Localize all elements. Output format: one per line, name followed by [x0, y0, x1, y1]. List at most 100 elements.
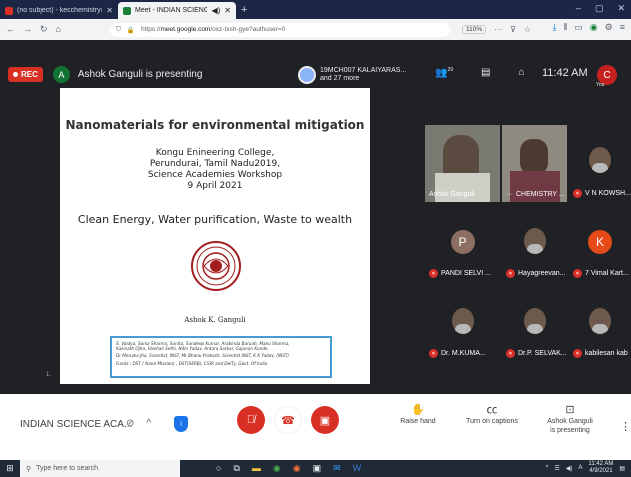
participant-tile[interactable]: Ashok Ganguli: [425, 125, 500, 202]
slide-tagline: Clean Energy, Water purification, Waste …: [77, 213, 353, 226]
participant-avatar: [523, 228, 546, 254]
meeting-title[interactable]: INDIAN SCIENCE ACA...: [20, 419, 132, 430]
volume-icon[interactable]: ◀): [566, 465, 573, 472]
participant-avatar: K: [588, 230, 612, 254]
slide-credits: S. Vaidya, Sonia Sharma, Sunita, Sandeep…: [110, 336, 332, 378]
participant-tile[interactable]: ✕ Dr. M.KUMA...: [425, 298, 500, 362]
firefox-icon[interactable]: ◉: [293, 463, 301, 474]
mic-off-icon: ✕: [506, 349, 515, 358]
file-explorer-icon[interactable]: ▬: [252, 463, 261, 474]
presenting-banner: Ashok Ganguli is presenting: [77, 69, 203, 80]
slide-line: Perundurai, Tamil Nadu2019,: [149, 159, 281, 169]
slide-line: 9 April 2021: [187, 181, 243, 191]
active-speaker[interactable]: 19MCH007 KALAIYARAS... and 27 more: [298, 61, 406, 88]
speaker-text: 19MCH007 KALAIYARAS... and 27 more: [320, 67, 406, 83]
leave-call-button[interactable]: ☎: [274, 406, 302, 434]
close-icon[interactable]: ✕: [224, 6, 231, 15]
microphone-off-button[interactable]: 🎙̸: [237, 406, 265, 434]
participant-name: ✕ Dr.P. SELVAK...: [506, 349, 567, 358]
participant-name: ✕ V N KOWSH...: [573, 189, 631, 198]
network-icon[interactable]: ☰: [554, 465, 559, 472]
participant-tile[interactable]: ✕ Hayagreevan...: [502, 218, 567, 282]
participant-tile[interactable]: ✕ V N KOWSH...: [569, 125, 631, 202]
presenting-line: is presenting: [550, 427, 590, 434]
star-icon[interactable]: ☆: [524, 25, 531, 34]
minimize-icon[interactable]: –: [576, 3, 581, 14]
participant-name: ✕ Hayagreevan...: [506, 269, 565, 278]
window-controls: – ▢ ✕: [576, 3, 625, 14]
sidebar-icon[interactable]: ▭: [574, 22, 583, 33]
raise-hand-button[interactable]: ✋ Raise hand: [398, 405, 438, 426]
menu-icon[interactable]: ≡: [620, 22, 625, 33]
slide-page-marker: 1.: [46, 372, 52, 378]
close-window-icon[interactable]: ✕: [617, 3, 625, 14]
activities-icon[interactable]: ⌂: [518, 67, 524, 78]
meet-icon: [123, 6, 131, 15]
cortana-icon[interactable]: ○: [216, 463, 221, 474]
participant-tile[interactable]: K ✕ 7 Vimal Kart...: [569, 218, 631, 282]
url-field[interactable]: ⛉ 🔒 https://meet.google.com/oxz-txsh-gye…: [110, 22, 450, 37]
lock-icon[interactable]: 🔒: [127, 26, 135, 34]
info-icon[interactable]: ⊘: [126, 418, 134, 429]
speaker-avatar: [298, 65, 316, 84]
task-view-icon[interactable]: ⧉: [233, 463, 239, 474]
participant-avatar: [589, 147, 611, 173]
new-tab-button[interactable]: +: [241, 4, 247, 16]
participant-name: Ashok Ganguli: [429, 191, 475, 198]
maximize-icon[interactable]: ▢: [595, 3, 604, 14]
forward-icon[interactable]: →: [23, 24, 32, 35]
captions-button[interactable]: ㏄ Turn on captions: [462, 405, 522, 426]
word-icon[interactable]: W: [353, 463, 362, 474]
mail-icon[interactable]: ✉: [333, 463, 341, 474]
raise-hand-label: Raise hand: [400, 418, 436, 425]
participant-tile[interactable]: P ✕ PANDI SELVI ...: [425, 218, 500, 282]
participant-tile[interactable]: ··· CHEMISTRY ...: [502, 125, 567, 202]
slide-line: Science Academies Workshop: [147, 170, 283, 180]
taskbar-search[interactable]: ⚲ Type here to search: [20, 460, 180, 477]
participant-name: ✕ Dr. M.KUMA...: [429, 349, 486, 358]
gmail-icon: [5, 6, 13, 15]
presenting-line: Ashok Ganguli: [547, 418, 593, 425]
slide-author: Ashok K. Ganguli: [184, 316, 246, 324]
tray-chevron-icon[interactable]: ^: [546, 465, 549, 471]
zoom-indicator[interactable]: 110%: [462, 25, 487, 34]
reload-icon[interactable]: ↻: [40, 24, 48, 35]
participant-name: ✕ PANDI SELVI ...: [429, 269, 491, 278]
host-controls-icon[interactable]: i: [174, 416, 188, 432]
participant-tile[interactable]: ✕ kabilesan kab: [569, 298, 631, 362]
more-options-icon[interactable]: ⋮: [620, 420, 631, 433]
mic-off-icon: ✕: [573, 269, 582, 278]
back-icon[interactable]: ←: [6, 24, 15, 35]
pocket-icon[interactable]: ⊽: [510, 25, 516, 34]
more-options-icon[interactable]: ···: [506, 191, 513, 198]
taskbar-clock[interactable]: 11:42 AM 4/9/2021: [588, 461, 613, 475]
presenting-button[interactable]: ⊡ Ashok Ganguli is presenting: [543, 405, 597, 435]
mic-off-icon: ✕: [429, 269, 438, 278]
participant-avatar: [451, 308, 474, 334]
people-icon[interactable]: 👥29: [435, 67, 453, 78]
camera-off-button[interactable]: ▣: [311, 406, 339, 434]
store-icon[interactable]: ▣: [313, 463, 322, 474]
home-icon[interactable]: ⌂: [56, 24, 61, 35]
more-icon[interactable]: ···: [494, 25, 502, 34]
chrome-icon[interactable]: ◉: [273, 463, 281, 474]
tab-gmail[interactable]: (no subject) - kecchemistry@i ✕: [0, 2, 118, 19]
library-icon[interactable]: ⫴: [564, 22, 568, 33]
url-host: meet.google.com: [160, 26, 211, 33]
close-icon[interactable]: ✕: [106, 6, 113, 15]
audio-icon[interactable]: ◀): [211, 6, 220, 15]
tab-meet[interactable]: Meet - INDIAN SCIENCE AC ◀) ✕: [118, 2, 236, 19]
chevron-up-icon[interactable]: ^: [146, 418, 151, 429]
account-icon[interactable]: ⚙: [605, 22, 613, 33]
download-icon[interactable]: ⤓: [553, 22, 557, 33]
participant-name: ··· CHEMISTRY ...: [506, 191, 565, 198]
language-icon[interactable]: A: [578, 465, 582, 471]
windows-start-icon[interactable]: ⊞: [0, 463, 20, 474]
chat-icon[interactable]: ▤: [481, 67, 490, 78]
speaker-name: 19MCH007 KALAIYARAS...: [320, 66, 407, 74]
participant-tile[interactable]: ✕ Dr.P. SELVAK...: [502, 298, 567, 362]
system-tray: ^ ☰ ◀) A 11:42 AM 4/9/2021 ▤: [546, 461, 625, 475]
extension-icon[interactable]: ◉: [590, 22, 598, 33]
notifications-icon[interactable]: ▤: [619, 465, 625, 472]
participant-avatar: [523, 308, 546, 334]
